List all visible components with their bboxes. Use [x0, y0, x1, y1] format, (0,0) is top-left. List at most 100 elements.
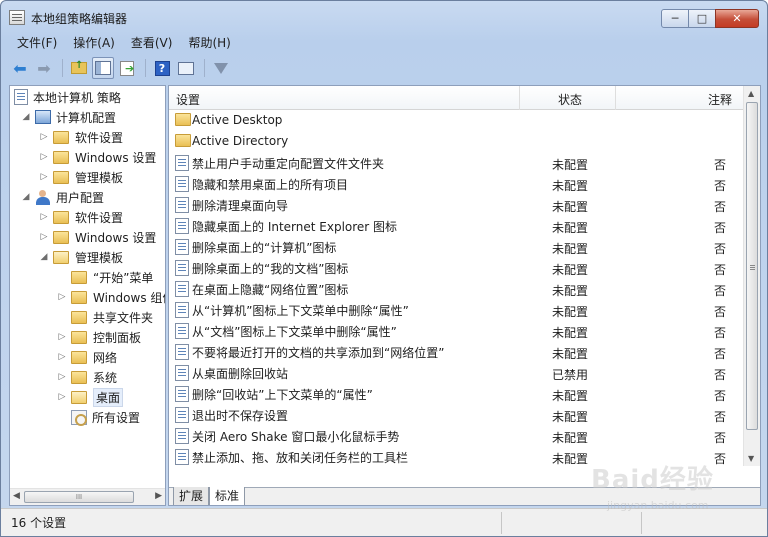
- list-policy-row[interactable]: 删除桌面上的“我的文档”图标 未配置 否: [169, 257, 745, 278]
- tree-item-user-config[interactable]: ◢ 用户配置: [20, 187, 104, 207]
- setting-state: 未配置: [552, 326, 589, 340]
- expander-icon[interactable]: ▷: [56, 352, 68, 362]
- tree-item-label: 控制面板: [93, 330, 142, 345]
- setting-comment: 否: [714, 200, 727, 214]
- tree-horizontal-scrollbar[interactable]: ◀ III ▶: [10, 488, 165, 505]
- properties-icon: [178, 61, 194, 75]
- tree-item-shared-folders[interactable]: 共享文件夹: [56, 307, 153, 327]
- tree-item-start-menu[interactable]: “开始”菜单: [56, 267, 153, 287]
- help-button[interactable]: ?: [151, 57, 173, 79]
- expander-icon[interactable]: ▷: [38, 212, 50, 222]
- settings-list-pane[interactable]: 设置 状态 注释 Active Desktop Active Directory 禁…: [168, 85, 761, 506]
- expander-icon[interactable]: ▷: [38, 232, 50, 242]
- show-hide-tree-button[interactable]: [92, 57, 114, 79]
- list-policy-row[interactable]: 删除“回收站”上下文菜单的“属性” 未配置 否: [169, 383, 745, 404]
- tab-standard[interactable]: 标准: [209, 487, 246, 505]
- title-bar[interactable]: 本地组策略编辑器 ─ □ ✕: [1, 1, 767, 33]
- menu-file[interactable]: 文件(F): [9, 34, 65, 54]
- row-icon-wrap: [175, 218, 189, 234]
- policy-setting-icon: [175, 197, 189, 213]
- list-policy-row[interactable]: 关闭 Aero Shake 窗口最小化鼠标手势 未配置 否: [169, 425, 745, 446]
- list-policy-row[interactable]: 不要将最近打开的文档的共享添加到“网络位置” 未配置 否: [169, 341, 745, 362]
- list-policy-row[interactable]: 从桌面删除回收站 已禁用 否: [169, 362, 745, 383]
- expander-icon[interactable]: ▷: [38, 132, 50, 142]
- row-icon-wrap: [175, 302, 189, 318]
- folder-icon: [71, 370, 87, 384]
- list-policy-row[interactable]: 禁止用户手动重定向配置文件文件夹 未配置 否: [169, 152, 745, 173]
- list-policy-row[interactable]: 删除桌面上的“计算机”图标 未配置 否: [169, 236, 745, 257]
- setting-comment: 否: [714, 242, 727, 256]
- list-policy-row[interactable]: 删除清理桌面向导 未配置 否: [169, 194, 745, 215]
- list-policy-row[interactable]: 从“文档”图标上下文菜单中删除“属性” 未配置 否: [169, 320, 745, 341]
- list-folder-row[interactable]: Active Desktop: [169, 110, 745, 131]
- column-divider[interactable]: [615, 86, 616, 110]
- toolbar-separator: [204, 59, 205, 77]
- expander-icon[interactable]: ▷: [56, 392, 68, 402]
- properties-button[interactable]: [175, 57, 197, 79]
- column-header-state[interactable]: 状态: [558, 91, 582, 108]
- setting-state: 未配置: [552, 221, 589, 235]
- expander-icon[interactable]: ▷: [56, 292, 68, 302]
- up-button[interactable]: [68, 57, 90, 79]
- setting-state: 未配置: [552, 431, 589, 445]
- setting-name: Active Directory: [192, 134, 289, 148]
- folder-icon: [71, 270, 87, 284]
- expander-icon[interactable]: ▷: [38, 172, 50, 182]
- menu-view[interactable]: 查看(V): [123, 34, 181, 54]
- close-button[interactable]: ✕: [715, 9, 759, 28]
- list-folder-row[interactable]: Active Directory: [169, 131, 745, 152]
- tree-item-local-policy[interactable]: 本地计算机 策略: [14, 87, 121, 107]
- tree-pane[interactable]: 本地计算机 策略 ◢ 计算机配置 ▷ 软件设置 ▷ Windows 设置 ▷ 管…: [9, 85, 166, 506]
- scroll-thumb[interactable]: III: [24, 491, 134, 503]
- tree-item-desktop[interactable]: ▷ 桌面: [56, 387, 124, 407]
- tree-item-label: 系统: [93, 370, 118, 385]
- list-policy-row[interactable]: 在桌面上隐藏“网络位置”图标 未配置 否: [169, 278, 745, 299]
- tree-item-computer-config[interactable]: ◢ 计算机配置: [20, 107, 116, 127]
- tree-item-admin-templates[interactable]: ▷ 管理模板: [38, 167, 123, 187]
- toolbar-separator: [145, 59, 146, 77]
- maximize-button[interactable]: □: [688, 9, 716, 28]
- scroll-left-icon[interactable]: ◀: [13, 491, 20, 501]
- export-list-button[interactable]: [116, 57, 138, 79]
- minimize-button[interactable]: ─: [661, 9, 689, 28]
- column-header-comment[interactable]: 注释: [708, 91, 732, 108]
- tree-item-windows-components[interactable]: ▷ Windows 组件: [56, 287, 165, 307]
- tree-item-windows-settings[interactable]: ▷ Windows 设置: [38, 227, 156, 247]
- list-policy-row[interactable]: 退出时不保存设置 未配置 否: [169, 404, 745, 425]
- folder-icon: [53, 210, 69, 224]
- expander-icon[interactable]: ◢: [20, 112, 32, 122]
- scroll-down-icon[interactable]: ▼: [748, 454, 754, 463]
- tree-item-software-settings[interactable]: ▷ 软件设置: [38, 127, 123, 147]
- expander-icon[interactable]: ◢: [38, 252, 50, 262]
- list-policy-row[interactable]: 隐藏和禁用桌面上的所有项目 未配置 否: [169, 173, 745, 194]
- expander-icon[interactable]: ◢: [20, 192, 32, 202]
- tree-item-control-panel[interactable]: ▷ 控制面板: [56, 327, 141, 347]
- tree-item-all-settings[interactable]: 所有设置: [56, 407, 140, 427]
- expander-icon[interactable]: ▷: [56, 372, 68, 382]
- scroll-thumb[interactable]: [746, 102, 758, 430]
- column-divider[interactable]: [519, 86, 520, 110]
- column-header-setting[interactable]: 设置: [176, 91, 200, 108]
- back-button[interactable]: ⬅: [9, 57, 31, 79]
- row-icon-wrap: [175, 365, 189, 381]
- list-policy-row[interactable]: 从“计算机”图标上下文菜单中删除“属性” 未配置 否: [169, 299, 745, 320]
- tree-item-software-settings[interactable]: ▷ 软件设置: [38, 207, 123, 227]
- list-policy-row[interactable]: 隐藏桌面上的 Internet Explorer 图标 未配置 否: [169, 215, 745, 236]
- tab-extended[interactable]: 扩展: [173, 487, 210, 505]
- menu-help[interactable]: 帮助(H): [180, 34, 238, 54]
- export-list-icon: [120, 60, 134, 76]
- scroll-up-icon[interactable]: ▲: [748, 89, 754, 98]
- expander-icon[interactable]: ▷: [38, 152, 50, 162]
- forward-button[interactable]: ➡: [33, 57, 55, 79]
- menu-action[interactable]: 操作(A): [65, 34, 123, 54]
- setting-name: 隐藏和禁用桌面上的所有项目: [192, 178, 349, 192]
- expander-icon[interactable]: ▷: [56, 332, 68, 342]
- tree-item-admin-templates[interactable]: ◢ 管理模板: [38, 247, 123, 267]
- list-vertical-scrollbar[interactable]: ▲ ▼: [743, 86, 760, 466]
- setting-state: 未配置: [552, 347, 589, 361]
- scroll-right-icon[interactable]: ▶: [155, 491, 162, 501]
- tree-item-windows-settings[interactable]: ▷ Windows 设置: [38, 147, 156, 167]
- tree-item-system[interactable]: ▷ 系统: [56, 367, 117, 387]
- filter-button[interactable]: [210, 57, 232, 79]
- tree-item-network[interactable]: ▷ 网络: [56, 347, 117, 367]
